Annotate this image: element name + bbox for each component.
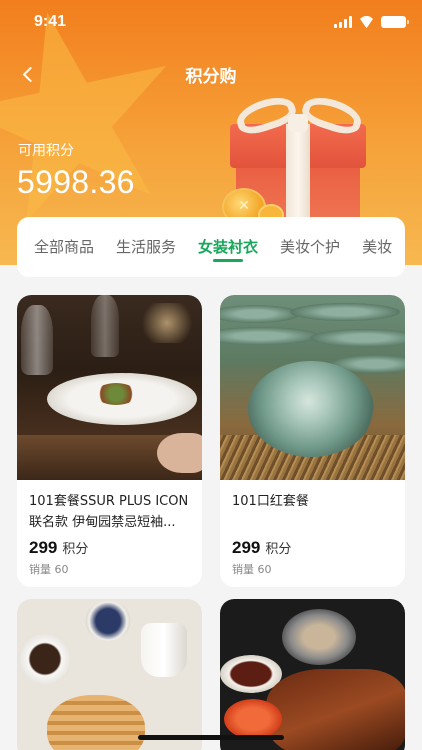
price-value: 299 [29, 538, 58, 557]
product-image-restaurant [17, 295, 202, 480]
points-value: 5998.36 [17, 164, 135, 200]
tab-life-services[interactable]: 生活服务 [116, 217, 176, 277]
gift-box-illustration [218, 91, 388, 236]
product-price: 299 积分 [232, 538, 291, 558]
status-time: 9:41 [34, 13, 67, 30]
product-title: 101套餐SSUR PLUS ICON联名款 伊甸园禁忌短袖... [29, 494, 189, 530]
product-card[interactable]: 101口红套餐 299 积分 销量 60 [220, 295, 405, 587]
tab-beauty-care[interactable]: 美妆个护 [280, 217, 340, 277]
product-card[interactable]: 101套餐SSUR PLUS ICON联名款 伊甸园禁忌短袖... 299 积分… [17, 295, 202, 587]
category-tabs: 全部商品 生活服务 女装衬衣 美妆个护 美妆 [17, 217, 405, 277]
product-image-cabbage [220, 295, 405, 480]
product-title: 101口红套餐 [232, 494, 309, 509]
status-icons [334, 16, 409, 28]
nav-bar: 积分购 [0, 54, 422, 94]
tab-beauty[interactable]: 美妆 [362, 217, 392, 277]
price-value: 299 [232, 538, 261, 557]
product-image-ribs [220, 599, 405, 750]
product-price: 299 积分 [29, 538, 88, 558]
tab-women-shirts[interactable]: 女装衬衣 [198, 217, 258, 277]
price-unit: 积分 [62, 542, 89, 557]
status-bar: 9:41 [0, 0, 422, 44]
product-sales: 销量 60 [29, 563, 69, 576]
wifi-icon [358, 16, 375, 28]
tab-all-products[interactable]: 全部商品 [34, 217, 94, 277]
price-unit: 积分 [265, 542, 292, 557]
product-image-waffle [17, 599, 202, 750]
signal-icon [334, 16, 352, 28]
product-card[interactable] [220, 599, 405, 750]
points-label: 可用积分 [18, 143, 74, 159]
home-indicator [138, 735, 284, 740]
product-sales: 销量 60 [232, 563, 272, 576]
page-title: 积分购 [185, 67, 237, 87]
gift-bow-knot [288, 114, 308, 132]
product-card[interactable] [17, 599, 202, 750]
battery-icon [381, 16, 409, 28]
